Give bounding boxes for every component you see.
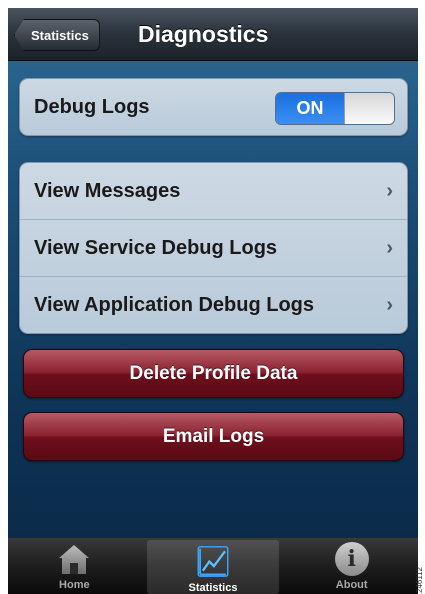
menu-item-label: View Application Debug Logs [34,293,315,316]
menu-item-view-application-debug-logs[interactable]: View Application Debug Logs › [20,276,407,333]
figure-id: 246112 [415,566,424,593]
debug-logs-label: Debug Logs [34,95,150,118]
tab-about-label: About [335,579,368,591]
delete-profile-data-button[interactable]: Delete Profile Data [23,349,404,398]
home-icon [59,545,90,574]
debug-logs-row: Debug Logs ON [20,79,407,135]
menu-item-label: View Messages [34,179,181,202]
email-logs-label: Email Logs [162,425,265,447]
menu-item-view-service-debug-logs[interactable]: View Service Debug Logs › [20,219,407,276]
menu-item-view-messages[interactable]: View Messages › [20,163,407,219]
chevron-right-icon: › [386,294,393,316]
email-logs-button[interactable]: Email Logs [23,412,404,461]
tab-about[interactable]: i About [285,538,418,594]
menu-item-label: View Service Debug Logs [34,236,278,259]
chevron-right-icon: › [386,180,393,202]
info-icon: i [334,542,369,576]
toggle-knob [344,93,394,124]
chevron-right-icon: › [386,237,393,259]
app-screen: Statistics Diagnostics Debug Logs ON Vie… [8,8,418,594]
navigation-bar: Statistics Diagnostics [8,8,418,61]
debug-logs-group: Debug Logs ON [19,78,408,136]
tab-home[interactable]: Home [8,538,141,594]
tab-home-label: Home [59,579,90,591]
tab-statistics-label: Statistics [188,582,238,594]
back-button-statistics[interactable]: Statistics [14,19,100,51]
view-logs-menu: View Messages › View Service Debug Logs … [19,162,408,334]
statistics-chart-icon [197,546,229,577]
toggle-on-label: ON [276,93,344,124]
tab-bar: Home Statistics i About [8,538,418,594]
back-button-label: Statistics [31,27,89,43]
debug-logs-toggle[interactable]: ON [275,92,395,125]
tab-statistics[interactable]: Statistics [146,540,280,594]
delete-profile-data-label: Delete Profile Data [129,362,298,384]
page-title: Diagnostics [138,21,269,47]
